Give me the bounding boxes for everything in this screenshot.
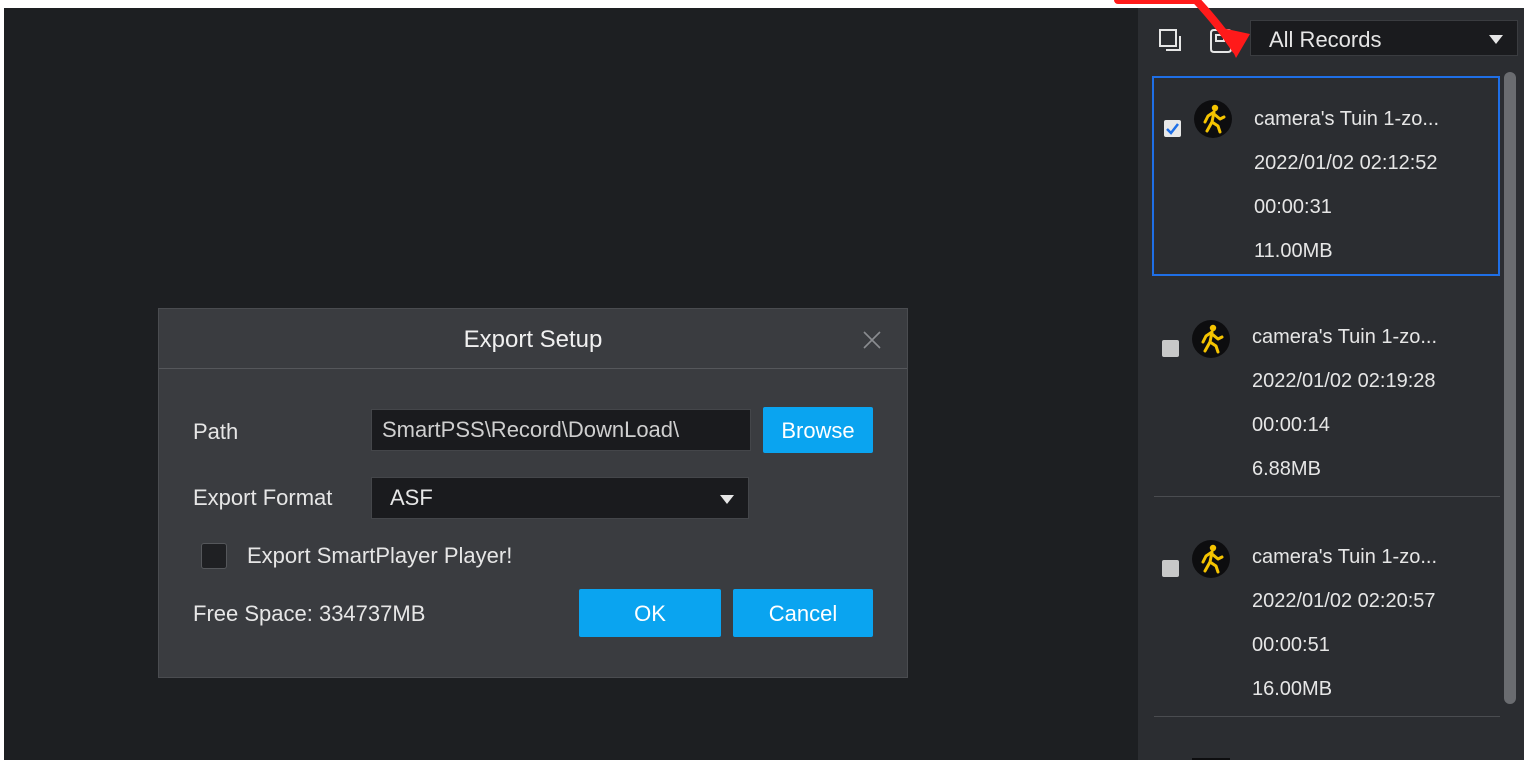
- record-divider: [1154, 716, 1500, 717]
- copy-records-icon[interactable]: [1158, 28, 1184, 54]
- record-list-panel: All Records camera's Tuin 1-zo... 2022/0…: [1138, 8, 1524, 760]
- browse-button[interactable]: Browse: [763, 407, 873, 453]
- record-size: 16.00MB: [1252, 678, 1333, 700]
- record-name: camera's Tuin 1-zo...: [1254, 108, 1439, 130]
- record-checkbox[interactable]: [1162, 340, 1179, 357]
- export-player-label: Export SmartPlayer Player!: [247, 543, 513, 568]
- record-duration: 00:00:14: [1252, 414, 1330, 436]
- chevron-down-icon: [1489, 35, 1503, 44]
- records-list: camera's Tuin 1-zo... 2022/01/02 02:12:5…: [1138, 68, 1502, 760]
- record-name: camera's Tuin 1-zo...: [1252, 546, 1437, 568]
- record-size: 6.88MB: [1252, 458, 1321, 480]
- record-item[interactable]: camera's Tuin 1-zo... 2022/01/02 02:19:2…: [1152, 298, 1500, 498]
- record-datetime: 2022/01/02 02:19:28: [1252, 370, 1436, 392]
- path-input[interactable]: SmartPSS\Record\DownLoad\: [371, 409, 751, 451]
- record-size: 11.00MB: [1254, 240, 1333, 262]
- export-format-value: ASF: [390, 485, 433, 510]
- records-scrollbar[interactable]: [1502, 68, 1518, 708]
- motion-event-icon: [1192, 540, 1230, 578]
- cancel-button[interactable]: Cancel: [733, 589, 873, 637]
- record-name: camera's Tuin 1-zo...: [1252, 326, 1437, 348]
- record-filter-select[interactable]: All Records: [1250, 20, 1518, 56]
- record-toolbar: All Records: [1138, 8, 1524, 68]
- scrollbar-thumb[interactable]: [1504, 72, 1516, 704]
- path-label: Path: [193, 419, 239, 444]
- motion-event-icon: [1194, 100, 1232, 138]
- export-format-select[interactable]: ASF: [371, 477, 749, 519]
- chevron-down-icon: [720, 495, 734, 504]
- screen: All Records camera's Tuin 1-zo... 2022/0…: [0, 0, 1524, 760]
- record-datetime: 2022/01/02 02:20:57: [1252, 590, 1436, 612]
- export-format-label: Export Format: [193, 485, 333, 510]
- record-duration: 00:00:31: [1254, 196, 1332, 218]
- dialog-title: Export Setup: [463, 326, 603, 353]
- export-record-icon[interactable]: [1208, 28, 1234, 54]
- record-item[interactable]: camera's Tuin 1-zo... 2022/01/02 02:20:5…: [1152, 518, 1500, 718]
- dialog-header: Export Setup: [159, 309, 907, 369]
- export-setup-dialog: Export Setup Path SmartPSS\Record\DownLo…: [158, 308, 908, 678]
- free-space-text: Free Space: 334737MB: [193, 601, 426, 626]
- record-checkbox[interactable]: [1162, 560, 1179, 577]
- ok-button[interactable]: OK: [579, 589, 721, 637]
- record-checkbox[interactable]: [1164, 120, 1181, 137]
- export-player-checkbox[interactable]: [201, 543, 227, 569]
- close-icon[interactable]: [861, 329, 883, 351]
- record-filter-value: All Records: [1269, 27, 1382, 52]
- record-duration: 00:00:51: [1252, 634, 1330, 656]
- record-datetime: 2022/01/02 02:12:52: [1254, 152, 1438, 174]
- record-item[interactable]: camera's Tuin 1-zo... 2022/01/02 02:12:5…: [1152, 76, 1500, 276]
- record-divider: [1154, 496, 1500, 497]
- motion-event-icon: [1192, 320, 1230, 358]
